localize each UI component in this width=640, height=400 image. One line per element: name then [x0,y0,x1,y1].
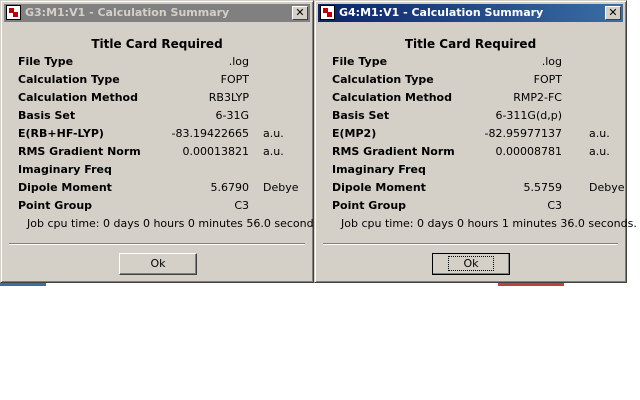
row-label: Point Group [332,199,407,212]
row-value: C3 [547,199,562,212]
ok-button[interactable]: Ok [119,253,197,275]
row-calculation-type: Calculation Type FOPT [315,73,626,89]
row-unit: a.u. [589,127,610,140]
calc-summary-dialog-g4: G4:M1:V1 - Calculation Summary ✕ Title C… [314,0,637,283]
calc-summary-dialog-g3: G3:M1:V1 - Calculation Summary ✕ Title C… [0,0,323,283]
row-label: RMS Gradient Norm [332,145,455,158]
row-value: 5.6790 [210,181,250,194]
window-title: G4:M1:V1 - Calculation Summary [339,6,544,19]
row-unit: a.u. [263,145,284,158]
row-energy: E(RB+HF-LYP) -83.19422665 a.u. [1,127,313,143]
row-unit: Debye [263,181,299,194]
row-value: 6-31G [215,109,250,122]
row-label: File Type [332,55,388,68]
row-value: C3 [234,199,249,212]
row-file-type: File Type .log [315,55,626,71]
row-label: Dipole Moment [332,181,426,194]
row-imaginary-freq: Imaginary Freq [315,163,626,179]
ok-button-label: Ok [150,257,166,270]
row-value: -82.95977137 [484,127,562,140]
title-bar[interactable]: G3:M1:V1 - Calculation Summary ✕ [4,4,310,22]
summary-heading: Title Card Required [404,37,537,51]
row-label: Calculation Type [332,73,434,86]
row-label: RMS Gradient Norm [18,145,141,158]
row-calculation-type: Calculation Type FOPT [1,73,313,89]
row-label: Calculation Type [18,73,120,86]
row-value: FOPT [533,73,562,86]
row-value: 6-311G(d,p) [495,109,562,122]
row-label: E(RB+HF-LYP) [18,127,104,140]
row-calculation-method: Calculation Method RMP2-FC [315,91,626,107]
row-value: FOPT [220,73,249,86]
ok-button[interactable]: Ok [432,253,510,275]
row-value: 5.5759 [523,181,563,194]
row-dipole-moment: Dipole Moment 5.6790 Debye [1,181,313,197]
separator [323,243,618,245]
gaussview-app-icon [6,5,21,20]
job-cpu-time: Job cpu time: 0 days 0 hours 1 minutes 3… [341,217,637,230]
ok-button-label: Ok [448,256,494,271]
row-label: Calculation Method [18,91,138,104]
row-label: Calculation Method [332,91,452,104]
window-title: G3:M1:V1 - Calculation Summary [25,6,230,19]
row-unit: Debye [589,181,625,194]
row-value: .log [541,55,562,68]
row-value: -83.19422665 [171,127,249,140]
gaussview-app-icon [320,5,335,20]
row-calculation-method: Calculation Method RB3LYP [1,91,313,107]
row-label: Imaginary Freq [18,163,112,176]
row-label: Imaginary Freq [332,163,426,176]
row-rms-gradient: RMS Gradient Norm 0.00013821 a.u. [1,145,313,161]
row-basis-set: Basis Set 6-31G [1,109,313,125]
taskbar-fragment [498,283,564,286]
row-point-group: Point Group C3 [1,199,313,215]
row-label: File Type [18,55,74,68]
row-label: Point Group [18,199,93,212]
job-cpu-time: Job cpu time: 0 days 0 hours 0 minutes 5… [27,217,323,230]
row-value: 0.00013821 [182,145,249,158]
separator [9,243,305,245]
row-value: RMP2-FC [513,91,562,104]
row-dipole-moment: Dipole Moment 5.5759 Debye [315,181,626,197]
row-point-group: Point Group C3 [315,199,626,215]
row-value: 0.00008781 [495,145,562,158]
row-energy: E(MP2) -82.95977137 a.u. [315,127,626,143]
row-unit: a.u. [263,127,284,140]
row-label: Basis Set [332,109,390,122]
row-value: RB3LYP [208,91,249,104]
row-label: Dipole Moment [18,181,112,194]
row-label: E(MP2) [332,127,377,140]
row-imaginary-freq: Imaginary Freq [1,163,313,179]
row-value: .log [228,55,249,68]
close-button[interactable]: ✕ [292,6,308,20]
row-basis-set: Basis Set 6-311G(d,p) [315,109,626,125]
title-bar[interactable]: G4:M1:V1 - Calculation Summary ✕ [318,4,623,22]
row-file-type: File Type .log [1,55,313,71]
row-unit: a.u. [589,145,610,158]
row-rms-gradient: RMS Gradient Norm 0.00008781 a.u. [315,145,626,161]
close-button[interactable]: ✕ [605,6,621,20]
taskbar-fragment [0,283,46,286]
summary-heading: Title Card Required [91,37,223,51]
row-label: Basis Set [18,109,76,122]
